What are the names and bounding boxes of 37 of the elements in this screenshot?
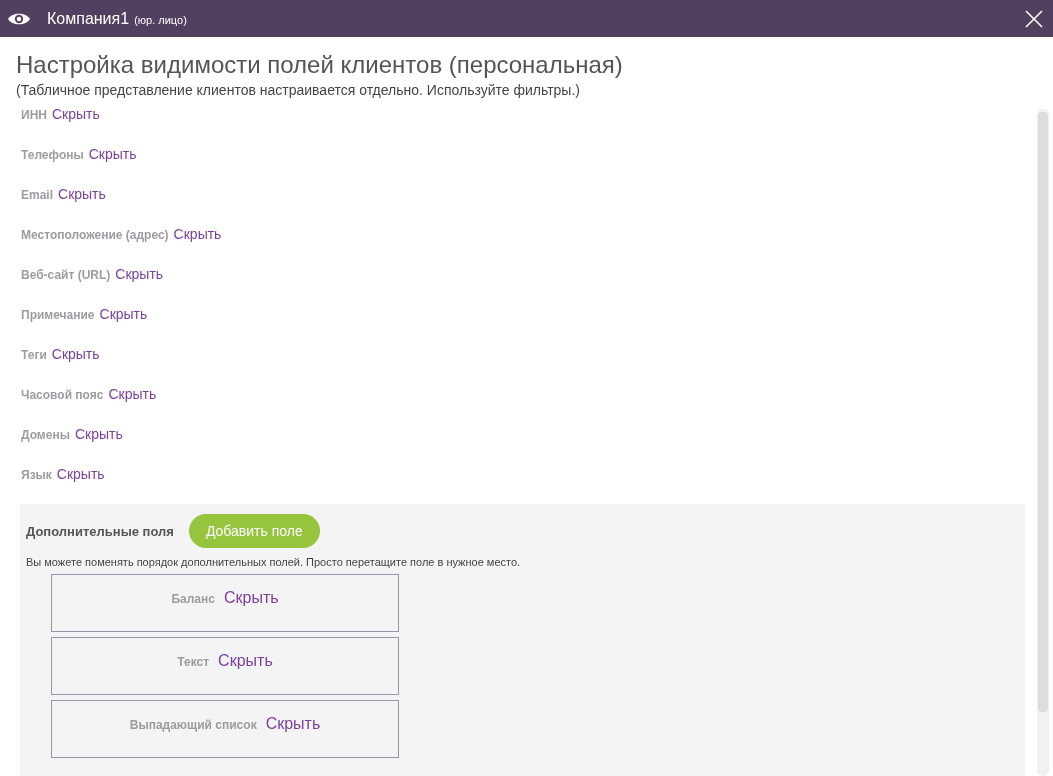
window-title: Компания1 (47, 9, 130, 28)
field-label: Текст (177, 655, 210, 669)
hint-text: Вы можете поменять порядок дополнительных полей. Просто перетащите поле в нужное место. (26, 556, 522, 568)
hide-link[interactable]: Скрыть (56, 466, 105, 482)
field-label: Теги (21, 348, 47, 362)
hide-link[interactable]: Скрыть (88, 146, 137, 162)
scrollbar-thumb[interactable] (1038, 112, 1048, 712)
hide-link[interactable]: Скрыть (115, 266, 164, 282)
field-label: Язык (21, 468, 52, 482)
field-card[interactable]: Текст Скрыть (51, 637, 399, 695)
hide-link[interactable]: Скрыть (173, 226, 222, 242)
field-label: ИНН (21, 108, 47, 122)
close-icon[interactable] (1025, 9, 1043, 28)
hide-link[interactable]: Скрыть (223, 589, 279, 607)
field-label: Выпадающий список (129, 718, 257, 732)
hide-link[interactable]: Скрыть (99, 306, 148, 322)
field-label: Телефоны (21, 148, 84, 162)
hide-link[interactable]: Скрыть (265, 715, 321, 733)
hide-link[interactable]: Скрыть (108, 386, 157, 402)
page-note: (Табличное представление клиентов настраивается отдельно. Используйте фильтры.) (16, 82, 581, 98)
hide-link[interactable]: Скрыть (51, 106, 100, 122)
field-label: Часовой пояс (21, 388, 104, 402)
field-label: Домены (21, 428, 70, 442)
hide-link[interactable]: Скрыть (218, 652, 273, 670)
hide-link[interactable]: Скрыть (74, 426, 123, 442)
hide-link[interactable]: Скрыть (58, 186, 106, 202)
field-card[interactable]: Баланс Скрыть (51, 574, 399, 632)
field-label: Примечание (21, 308, 95, 322)
field-card[interactable]: Выпадающий список Скрыть (51, 700, 399, 758)
section-title: Дополнительные поля (26, 523, 174, 539)
hide-link[interactable]: Скрыть (51, 346, 100, 362)
field-label: Email (21, 188, 53, 202)
window-subtitle: (юр. лицо) (134, 14, 187, 26)
field-label: Веб-сайт (URL) (21, 268, 111, 282)
field-label: Баланс (171, 592, 215, 606)
field-label: Местоположение (адрес) (21, 228, 169, 242)
page-heading: Настройка видимости полей клиентов (персональная) (16, 51, 624, 79)
